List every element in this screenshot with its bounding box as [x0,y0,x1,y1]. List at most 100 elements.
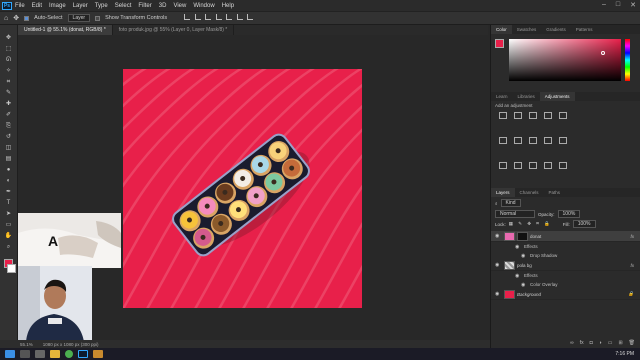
align-center-icon[interactable] [194,14,201,20]
healing-icon[interactable]: ✚ [5,101,13,108]
opacity-input[interactable]: 100% [557,210,581,218]
visibility-eye-icon[interactable]: ◉ [495,291,500,297]
curves-icon[interactable] [529,112,537,119]
visibility-eye-icon[interactable]: ◉ [495,262,500,268]
explorer-icon[interactable] [50,350,60,358]
type-icon[interactable]: T [5,200,13,207]
visibility-eye-icon[interactable]: ◉ [521,253,526,259]
foreground-swatch[interactable] [495,39,504,48]
layer-background[interactable]: ◉ Background 🔒 [491,289,640,300]
new-layer-icon[interactable]: ⊞ [618,340,622,346]
transform-controls-checkbox[interactable] [95,15,101,21]
hue-slider[interactable] [625,39,630,81]
align-middle-icon[interactable] [226,14,233,20]
hand-icon[interactable]: ✋ [5,233,13,240]
fill-input[interactable]: 100% [572,220,596,228]
home-icon[interactable]: ⌂ [4,15,8,22]
menu-help[interactable]: Help [222,3,234,9]
menu-window[interactable]: Window [193,3,214,9]
zoom-level[interactable]: 55.1% [20,342,33,347]
align-left-icon[interactable] [184,14,191,20]
menu-layer[interactable]: Layer [73,3,88,9]
threshold-icon[interactable] [544,162,552,169]
black-white-icon[interactable] [529,137,537,144]
close-button[interactable]: ✕ [630,1,636,9]
menu-view[interactable]: View [173,3,186,9]
blur-icon[interactable]: ● [5,167,13,174]
background-color-swatch[interactable] [7,264,16,273]
document-canvas[interactable] [123,69,362,308]
visibility-eye-icon[interactable]: ◉ [495,233,500,239]
hue-sat-icon[interactable] [499,137,507,144]
tab-foto-produk[interactable]: foto produk.jpg @ 55% (Layer 0, Layer Ma… [113,25,235,35]
distribute-icon[interactable] [247,14,254,20]
align-bottom-icon[interactable] [236,14,243,20]
mask-icon[interactable]: ◘ [590,340,593,346]
dodge-icon[interactable]: ◐ [5,178,13,185]
posterize-icon[interactable] [529,162,537,169]
adjustment-icon[interactable]: ◑ [599,340,602,346]
visibility-eye-icon[interactable]: ◉ [515,273,520,279]
taskbar-clock[interactable]: 7:16 PM [615,351,634,357]
align-top-icon[interactable] [215,14,222,20]
layer-donat[interactable]: ◉ donat fx [491,231,640,242]
tab-layers[interactable]: Layers [491,188,515,197]
color-balance-icon[interactable] [514,137,522,144]
menu-3d[interactable]: 3D [159,3,167,9]
maximize-button[interactable]: □ [616,1,620,9]
stamp-icon[interactable]: ⎘ [5,123,13,130]
quick-select-icon[interactable]: ✧ [5,68,13,75]
blend-mode-dropdown[interactable]: Normal [495,210,535,218]
photo-filter-icon[interactable] [544,137,552,144]
menu-select[interactable]: Select [115,3,132,9]
menu-type[interactable]: Type [95,3,108,9]
eyedropper-icon[interactable]: ✎ [5,90,13,97]
invert-icon[interactable] [514,162,522,169]
chrome-icon[interactable] [65,350,73,358]
tab-untitled-1[interactable]: Untitled-1 @ 55.1% (donat, RGB/8) * [18,25,113,35]
lock-icons[interactable]: ▦ ✎ ✥ ⌗ 🔒 [509,221,552,227]
color-field[interactable] [509,39,621,81]
fx-icon[interactable]: fx [630,263,634,268]
layer-pola-bg[interactable]: ◉ pola bg fx [491,260,640,271]
tab-adjustments[interactable]: Adjustments [539,92,575,101]
tab-learn[interactable]: Learn [491,92,513,101]
exposure-icon[interactable] [544,112,552,119]
path-select-icon[interactable]: ➤ [5,211,13,218]
fx-menu-icon[interactable]: fx [580,340,584,346]
tab-paths[interactable]: Paths [544,188,566,197]
zoom-icon[interactable]: ⌕ [5,244,13,251]
brush-icon[interactable]: ✐ [5,112,13,119]
minimize-button[interactable]: – [602,1,606,9]
gradient-icon[interactable]: ▤ [5,156,13,163]
menu-filter[interactable]: Filter [138,3,151,9]
eraser-icon[interactable]: ◫ [5,145,13,152]
visibility-eye-icon[interactable]: ◉ [515,244,520,250]
marquee-icon[interactable]: ⬚ [5,46,13,53]
link-icon[interactable]: ∞ [570,340,574,346]
vibrance-icon[interactable] [559,112,567,119]
menu-file[interactable]: File [15,3,25,9]
windows-icon[interactable] [5,350,15,358]
color-lookup-icon[interactable] [499,162,507,169]
tab-channels[interactable]: Channels [515,188,544,197]
align-right-icon[interactable] [205,14,212,20]
trash-icon[interactable]: 🗑 [629,340,635,346]
effect-drop-shadow[interactable]: ◉ Drop Shadow [491,251,640,260]
auto-select-dropdown[interactable]: Layer [67,14,91,22]
kind-filter-dropdown[interactable]: Kind [500,199,521,207]
menu-image[interactable]: Image [49,3,66,9]
tab-patterns[interactable]: Patterns [571,25,598,34]
photoshop-icon[interactable] [78,350,88,358]
group-icon[interactable]: ▭ [608,340,613,346]
shape-icon[interactable]: ▭ [5,222,13,229]
color-cursor[interactable] [601,51,605,55]
move-icon[interactable]: ✥ [5,35,13,42]
menu-edit[interactable]: Edit [32,3,42,9]
lasso-icon[interactable]: ᘏ [5,57,13,64]
levels-icon[interactable] [514,112,522,119]
visibility-eye-icon[interactable]: ◉ [521,282,526,288]
search-icon[interactable] [20,350,30,358]
tab-swatches[interactable]: Swatches [512,25,542,34]
tab-libraries[interactable]: Libraries [513,92,540,101]
